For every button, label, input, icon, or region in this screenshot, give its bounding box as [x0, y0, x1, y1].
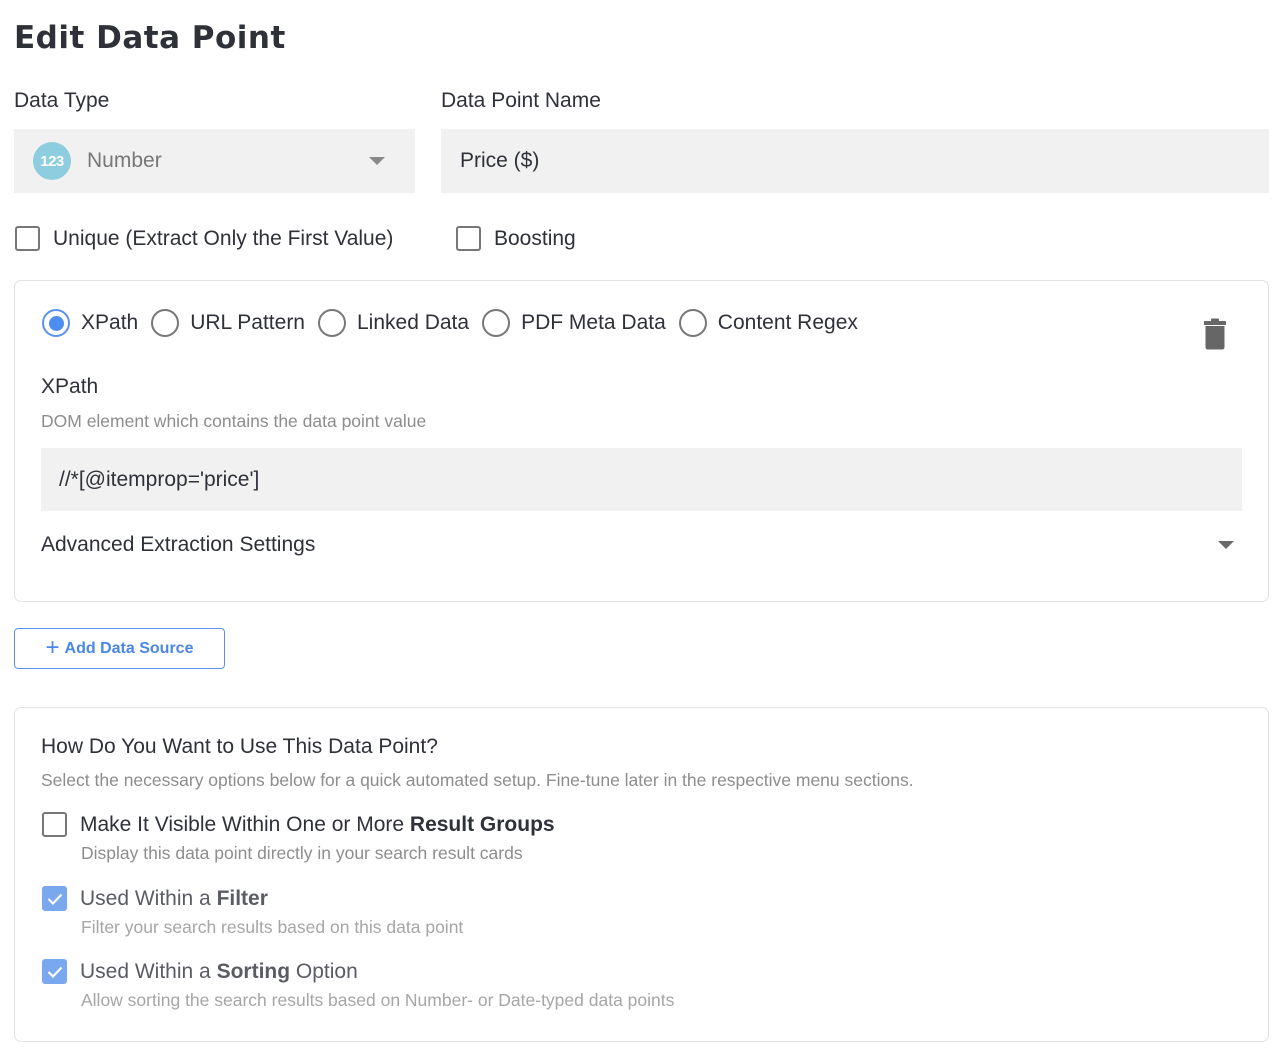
result-groups-checkbox[interactable] [42, 812, 67, 837]
xpath-description: DOM element which contains the data poin… [41, 411, 427, 431]
result-groups-description: Display this data point directly in your… [81, 843, 523, 863]
checkmark-icon [47, 966, 62, 978]
advanced-extraction-settings-label: Advanced Extraction Settings [41, 533, 316, 556]
radio-content-regex[interactable]: Content Regex [678, 309, 858, 337]
filter-checkbox-row[interactable]: Used Within a Filter [42, 886, 463, 911]
filter-label: Used Within a Filter [80, 887, 268, 911]
radio-linked-data[interactable]: Linked Data [318, 309, 469, 337]
radio-xpath[interactable]: XPath [42, 309, 138, 337]
data-point-name-input[interactable] [441, 129, 1269, 193]
data-type-label: Data Type [14, 89, 110, 112]
plus-icon: + [45, 633, 60, 661]
filter-checkbox[interactable] [42, 886, 67, 911]
sorting-description: Allow sorting the search results based o… [81, 990, 675, 1010]
radio-label: Linked Data [357, 311, 470, 334]
add-data-source-label: Add Data Source [64, 639, 194, 657]
radio-label: XPath [81, 311, 139, 334]
sorting-label: Used Within a Sorting Option [80, 960, 358, 984]
checkmark-icon [47, 893, 62, 905]
label-prefix: Used Within a [80, 959, 217, 983]
radio-button[interactable] [318, 309, 346, 337]
boosting-checkbox[interactable] [456, 226, 481, 251]
page-title: Edit Data Point [14, 20, 286, 56]
chevron-down-icon [369, 157, 385, 165]
radio-label: PDF Meta Data [521, 311, 666, 334]
data-source-card: XPath URL Pattern Linked Data PDF Meta D… [14, 280, 1269, 602]
usage-title: How Do You Want to Use This Data Point? [41, 735, 438, 758]
unique-checkbox[interactable] [15, 226, 40, 251]
advanced-extraction-settings-toggle[interactable]: Advanced Extraction Settings [41, 533, 1234, 557]
label-bold: Filter [216, 886, 268, 910]
number-type-icon: 123 [33, 142, 71, 180]
sorting-checkbox[interactable] [42, 959, 67, 984]
radio-button[interactable] [678, 309, 707, 337]
unique-label: Unique (Extract Only the First Value) [53, 226, 394, 250]
usage-option-result-groups: Make It Visible Within One or More Resul… [42, 812, 555, 864]
data-type-select[interactable]: 123 Number [14, 129, 415, 193]
data-type-value: Number [87, 149, 162, 172]
result-groups-checkbox-row[interactable]: Make It Visible Within One or More Resul… [42, 812, 555, 837]
sorting-checkbox-row[interactable]: Used Within a Sorting Option [42, 959, 674, 984]
unique-checkbox-row[interactable]: Unique (Extract Only the First Value) [15, 226, 393, 251]
usage-card: How Do You Want to Use This Data Point? … [14, 707, 1269, 1042]
boosting-checkbox-row[interactable]: Boosting [456, 226, 576, 251]
boosting-label: Boosting [494, 226, 576, 250]
result-groups-label: Make It Visible Within One or More Resul… [80, 813, 555, 837]
label-prefix: Make It Visible Within One or More [80, 812, 410, 836]
radio-label: Content Regex [717, 311, 858, 334]
radio-pdf-meta-data[interactable]: PDF Meta Data [482, 309, 666, 337]
label-prefix: Used Within a [80, 886, 217, 910]
radio-button[interactable] [482, 309, 511, 337]
chevron-down-icon [1218, 541, 1234, 549]
radio-label: URL Pattern [190, 311, 305, 334]
radio-url-pattern[interactable]: URL Pattern [151, 309, 305, 337]
label-bold: Result Groups [409, 812, 555, 836]
add-data-source-button[interactable]: + Add Data Source [14, 628, 225, 669]
source-type-radio-group: XPath URL Pattern Linked Data PDF Meta D… [42, 309, 871, 337]
usage-option-sorting: Used Within a Sorting Option Allow sorti… [42, 959, 674, 1011]
xpath-input[interactable] [41, 448, 1242, 511]
xpath-title: XPath [41, 375, 99, 398]
radio-button[interactable] [151, 309, 180, 337]
trash-icon[interactable] [1204, 318, 1226, 350]
label-bold: Sorting [216, 959, 291, 983]
usage-subtitle: Select the necessary options below for a… [41, 770, 914, 790]
filter-description: Filter your search results based on this… [81, 917, 464, 937]
radio-button[interactable] [42, 309, 70, 337]
data-point-name-label: Data Point Name [441, 89, 601, 112]
usage-option-filter: Used Within a Filter Filter your search … [42, 886, 463, 938]
label-suffix: Option [290, 959, 358, 983]
